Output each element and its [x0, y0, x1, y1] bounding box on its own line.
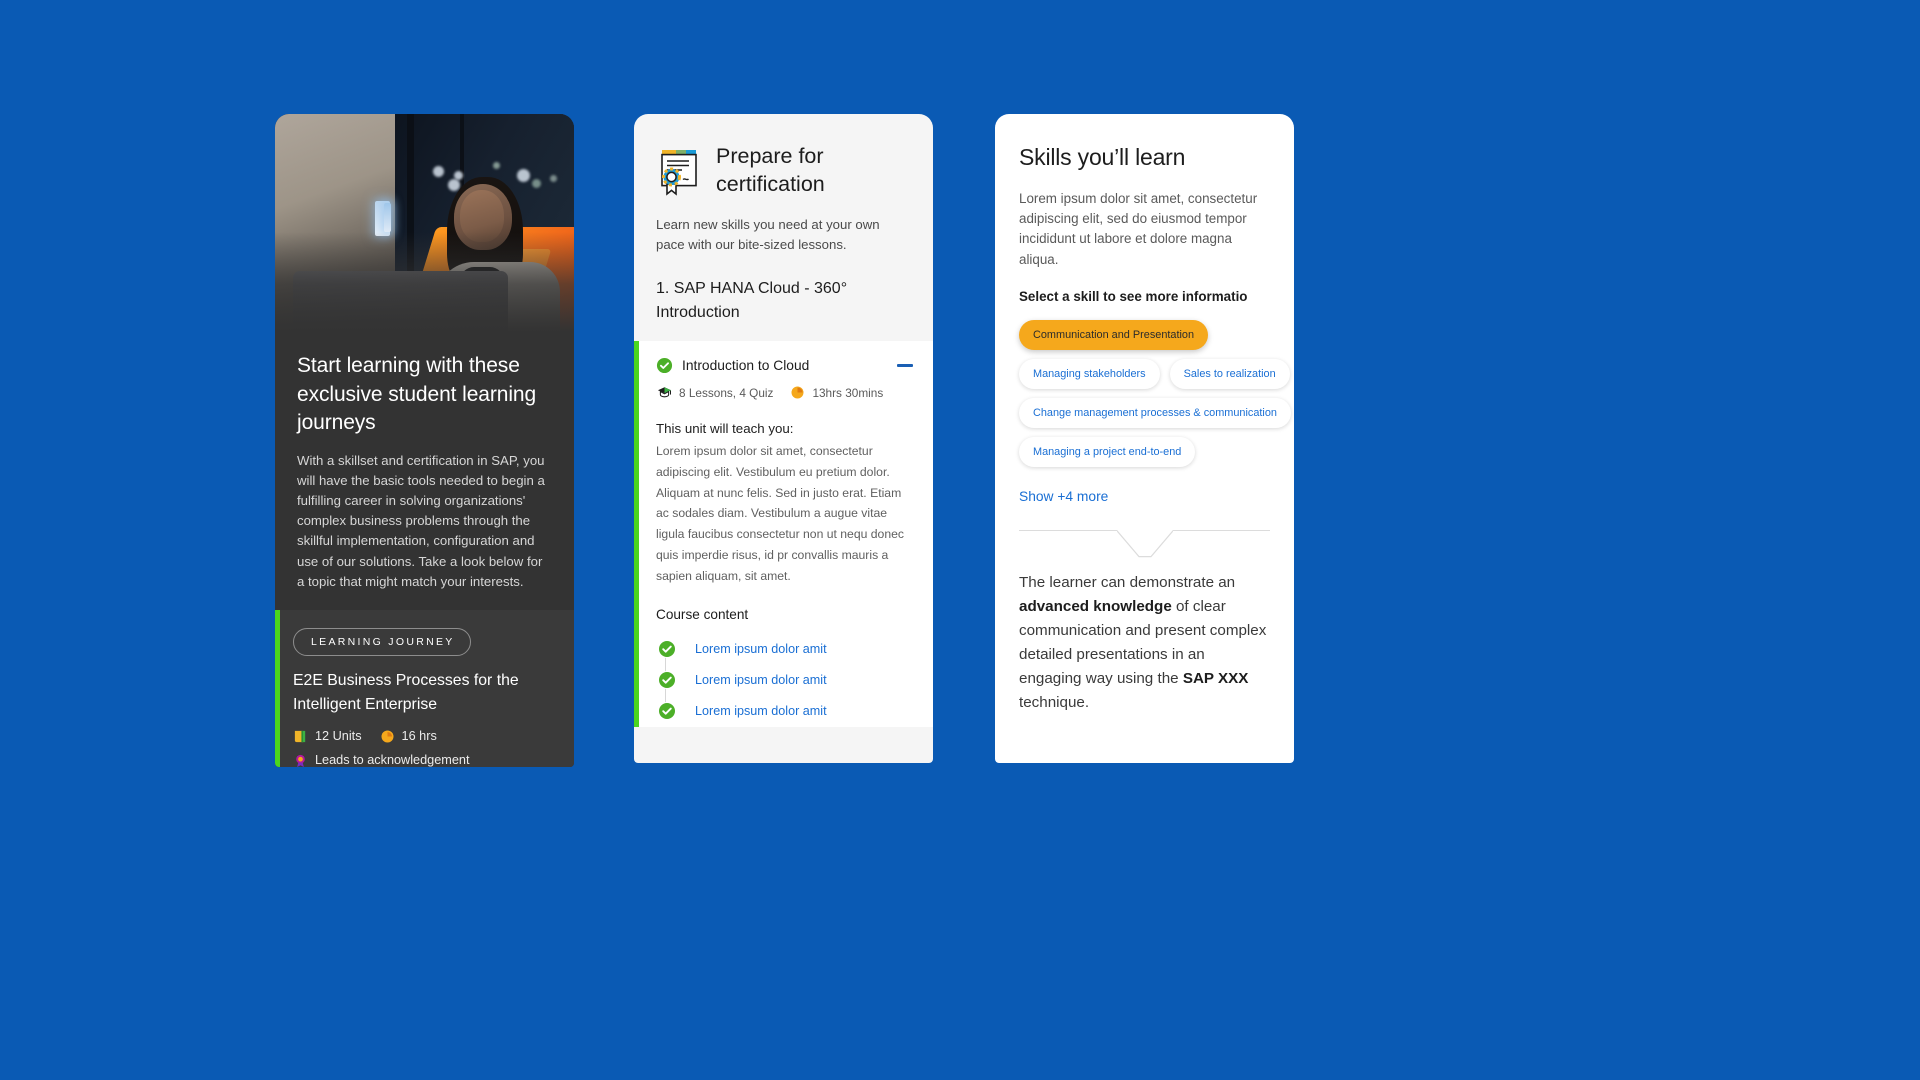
desc-bold-1: advanced knowledge	[1019, 597, 1172, 615]
unit-panel[interactable]: Introduction to Cloud 8 Lessons, 4 Quiz	[634, 341, 933, 727]
green-accent-bar	[634, 341, 639, 727]
hero-image	[275, 114, 574, 332]
list-item-label[interactable]: Lorem ipsum dolor amit	[695, 642, 827, 656]
list-item-label[interactable]: Lorem ipsum dolor amit	[695, 673, 827, 687]
collapse-button[interactable]	[897, 364, 913, 367]
acknowledgement-label: Leads to acknowledgement	[315, 753, 470, 767]
desc-part-3: technique.	[1019, 693, 1090, 711]
acknowledgement-meta: Leads to acknowledgement	[293, 753, 574, 767]
select-prompt: Select a skill to see more informatio	[1019, 288, 1248, 304]
course-content-heading: Course content	[656, 606, 749, 622]
tooltip-notch-icon	[1116, 529, 1173, 558]
clock-icon	[791, 386, 804, 399]
tooltip-divider	[1019, 529, 1270, 558]
teach-heading: This unit will teach you:	[656, 421, 794, 436]
card-title: Prepare for certification	[716, 144, 825, 196]
check-circle-icon	[658, 640, 676, 659]
card-paragraph: With a skillset and certification in SAP…	[297, 452, 545, 589]
skill-description: The learner can demonstrate an advanced …	[995, 571, 1294, 715]
list-item[interactable]: Lorem ipsum dolor amit	[658, 665, 913, 696]
skill-pill[interactable]: Managing stakeholders	[1019, 358, 1160, 389]
clock-icon	[381, 730, 394, 743]
check-circle-icon	[656, 357, 673, 374]
certification-card[interactable]: Prepare for certification Learn new skil…	[634, 114, 933, 763]
certificate-icon	[661, 150, 697, 196]
bokeh-light	[517, 168, 531, 182]
check-circle-icon	[658, 671, 676, 690]
desc-part-1: The learner can demonstrate an	[1019, 573, 1236, 591]
page-background: Start learning with these exclusive stud…	[0, 0, 1920, 1080]
duration-label: 13hrs 30mins	[812, 385, 884, 400]
status-badge: LEARNING JOURNEY	[293, 627, 471, 656]
learning-journey-card[interactable]: Start learning with these exclusive stud…	[275, 114, 574, 767]
book-icon	[294, 730, 306, 743]
desc-bold-2: SAP XXX	[1182, 669, 1249, 687]
unit-name: Introduction to Cloud	[682, 358, 810, 373]
journey-title: E2E Business Processes for the Intellige…	[293, 671, 519, 713]
course-title: 1. SAP HANA Cloud - 360° Introduction	[656, 280, 848, 321]
check-circle-icon	[658, 702, 676, 721]
skill-pill[interactable]: Change management processes & communicat…	[1019, 397, 1291, 428]
award-icon	[296, 754, 305, 767]
card-subtitle: Learn new skills you need at your own pa…	[656, 217, 880, 252]
lessons-meta: 8 Lessons, 4 Quiz	[657, 385, 773, 400]
list-item-label[interactable]: Lorem ipsum dolor amit	[695, 704, 827, 718]
lessons-label: 8 Lessons, 4 Quiz	[679, 385, 774, 400]
graduation-cap-icon	[657, 387, 672, 398]
skill-pill[interactable]: Sales to realization	[1169, 358, 1290, 389]
skill-pill[interactable]: Managing a project end-to-end	[1019, 436, 1196, 467]
show-more-link[interactable]: Show +4 more	[1019, 489, 1270, 504]
hero-light-strip	[384, 203, 392, 232]
hero-gradient-overlay	[275, 231, 574, 332]
hours-meta: 16 hrs	[380, 729, 437, 744]
list-item[interactable]: Lorem ipsum dolor amit	[658, 634, 913, 665]
teach-body: Lorem ipsum dolor sit amet, consectetur …	[656, 444, 904, 583]
card-title: Start learning with these exclusive stud…	[297, 354, 537, 434]
skill-pill-group: Communication and Presentation Managing …	[1019, 319, 1291, 467]
learning-journey-panel[interactable]: LEARNING JOURNEY E2E Business Processes …	[275, 609, 574, 767]
list-item[interactable]: Lorem ipsum dolor amit	[658, 696, 913, 727]
units-meta: 12 Units	[293, 729, 362, 744]
hours-label: 16 hrs	[401, 729, 437, 744]
green-accent-bar	[275, 609, 280, 767]
duration-meta: 13hrs 30mins	[790, 385, 883, 400]
course-content-list: Lorem ipsum dolor amit Lorem ipsum dolor…	[656, 634, 913, 727]
skills-card[interactable]: Skills you’ll learn Lorem ipsum dolor si…	[995, 114, 1294, 763]
card-title: Skills you’ll learn	[1019, 144, 1186, 170]
skill-pill-selected[interactable]: Communication and Presentation	[1019, 319, 1209, 350]
units-label: 12 Units	[315, 729, 362, 744]
card-paragraph: Lorem ipsum dolor sit amet, consectetur …	[1019, 191, 1258, 267]
